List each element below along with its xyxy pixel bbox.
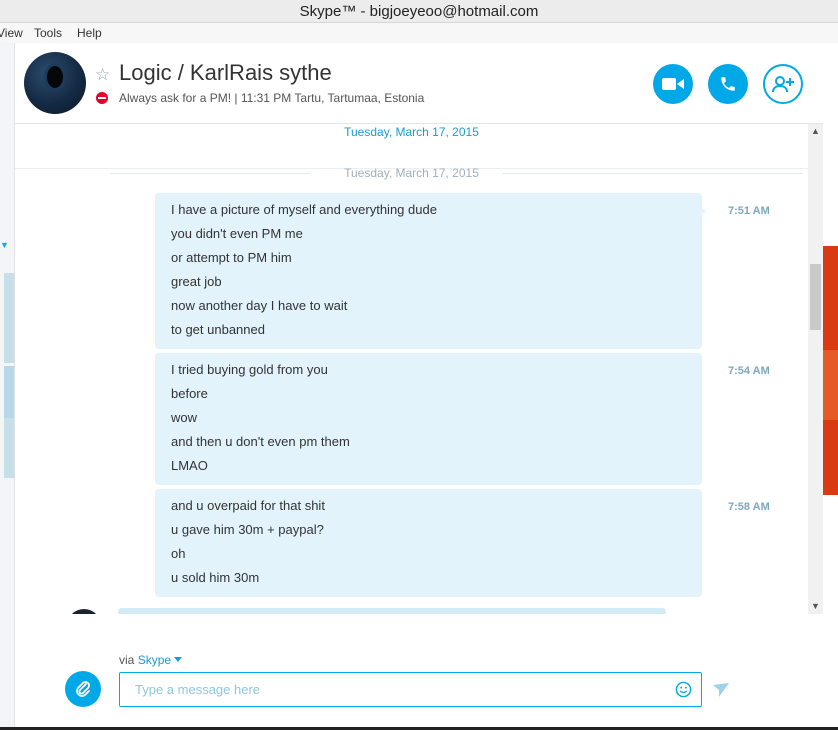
sidebar-item-highlight[interactable]: [4, 273, 14, 363]
do-not-disturb-status-icon: [96, 92, 108, 104]
message-line: you didn't even PM me: [171, 226, 303, 241]
phone-icon: [721, 77, 735, 91]
message-bubble[interactable]: and u overpaid for that shit u gave him …: [155, 489, 702, 597]
add-person-icon: [772, 76, 794, 93]
message-line: wow: [171, 410, 198, 425]
bubble-pointer: [701, 209, 705, 213]
contact-name[interactable]: Logic / KarlRais sythe: [119, 60, 332, 86]
message-line: and u overpaid for that shit: [171, 498, 325, 513]
video-camera-icon: [662, 78, 684, 90]
emoticon-icon[interactable]: [675, 681, 692, 698]
send-via-selector[interactable]: via Skype: [119, 653, 183, 667]
scrollbar-thumb[interactable]: [810, 264, 821, 330]
menu-bar: View Tools Help: [0, 23, 838, 43]
message-line: oh: [171, 546, 186, 561]
conversation-history[interactable]: Tuesday, March 17, 2015 Tuesday, March 1…: [15, 124, 808, 614]
message-line: to get unbanned: [171, 322, 265, 337]
contact-avatar[interactable]: [24, 52, 86, 114]
message-line: and then u don't even pm them: [171, 434, 350, 449]
background-ad-strip-highlight: [823, 350, 838, 420]
sidebar-item-highlight[interactable]: [4, 418, 14, 478]
message-input-box[interactable]: [119, 672, 702, 707]
via-label: via: [119, 653, 135, 667]
menu-tools[interactable]: Tools: [34, 26, 62, 40]
show-earlier-date-link[interactable]: Tuesday, March 17, 2015: [15, 125, 808, 139]
scroll-down-arrow-icon[interactable]: ▼: [808, 599, 823, 614]
date-separator: Tuesday, March 17, 2015: [15, 166, 808, 180]
attach-file-button[interactable]: [65, 671, 101, 707]
chevron-down-icon[interactable]: ▼: [0, 240, 9, 250]
favorite-star-icon[interactable]: ☆: [95, 65, 110, 85]
menu-view[interactable]: View: [0, 26, 23, 40]
message-line: or attempt to PM him: [171, 250, 292, 265]
message-line: I tried buying gold from you: [171, 362, 328, 377]
window-title-bar: Skype™ - bigjoeyeoo@hotmail.com: [0, 0, 838, 23]
avatar-image-detail: [47, 66, 63, 88]
message-timestamp: 7:54 AM: [728, 365, 770, 377]
add-people-button[interactable]: [763, 64, 803, 104]
message-line: u gave him 30m + paypal?: [171, 522, 324, 537]
scroll-up-arrow-icon[interactable]: ▲: [808, 124, 823, 139]
message-line: now another day I have to wait: [171, 298, 348, 313]
message-line: I have a picture of myself and everythin…: [171, 202, 437, 217]
message-input[interactable]: [121, 674, 661, 705]
conversation-header: ☆ Logic / KarlRais sythe Always ask for …: [15, 43, 823, 124]
message-line: u sold him 30m: [171, 570, 260, 585]
message-composer: via Skype: [15, 614, 823, 730]
sidebar-strip: ▼: [0, 43, 15, 730]
menu-help[interactable]: Help: [77, 26, 102, 40]
via-service[interactable]: Skype: [138, 653, 171, 667]
conversation-scrollbar[interactable]: ▲ ▼: [808, 124, 823, 614]
audio-call-button[interactable]: [708, 64, 748, 104]
sidebar-item-selected[interactable]: [4, 366, 14, 418]
send-message-icon[interactable]: [713, 683, 729, 697]
message-bubble[interactable]: I tried buying gold from you before wow …: [155, 353, 702, 485]
video-call-button[interactable]: [653, 64, 693, 104]
window-title: Skype™ - bigjoeyeoo@hotmail.com: [299, 3, 539, 20]
contact-mood-message: Always ask for a PM! | 11:31 PM Tartu, T…: [119, 91, 425, 105]
message-line: LMAO: [171, 458, 208, 473]
caret-down-icon[interactable]: [174, 657, 183, 662]
message-bubble[interactable]: I have a picture of myself and everythin…: [155, 193, 702, 349]
paperclip-icon: [76, 681, 90, 697]
message-timestamp: 7:51 AM: [728, 205, 770, 217]
message-timestamp: 7:58 AM: [728, 501, 770, 513]
message-line: great job: [171, 274, 222, 289]
message-line: before: [171, 386, 208, 401]
